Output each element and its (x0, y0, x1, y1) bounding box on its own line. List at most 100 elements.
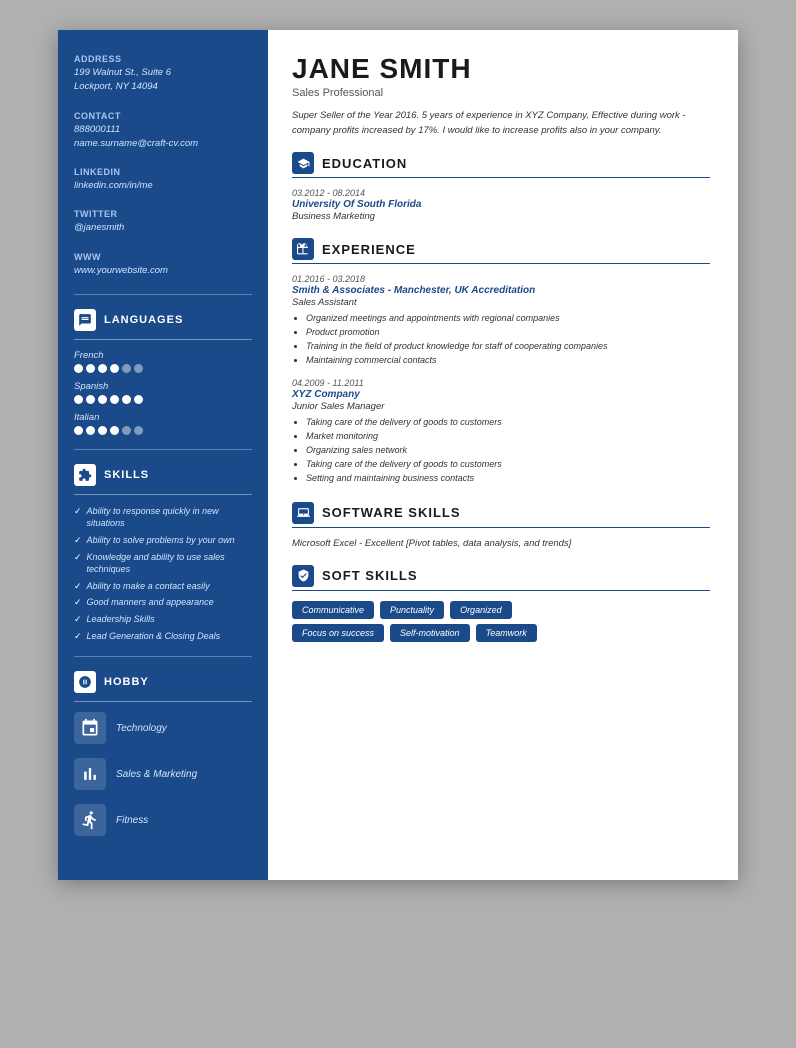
edu-field: Business Marketing (292, 211, 710, 222)
job2-bullet-5: Setting and maintaining business contact… (306, 472, 710, 486)
job2-bullet-2: Market monitoring (306, 430, 710, 444)
job2-bullets: Taking care of the delivery of goods to … (292, 416, 710, 486)
job1-dates: 01.2016 - 03.2018 (292, 274, 710, 284)
sidebar: ADDRESS 199 Walnut St., Suite 6 Lockport… (58, 30, 268, 880)
badge-punctuality: Punctuality (380, 601, 444, 619)
badge-focus: Focus on success (292, 624, 384, 642)
summary-text: Super Seller of the Year 2016. 5 years o… (292, 109, 710, 138)
linkedin: linkedin.com/in/me (74, 179, 252, 193)
software-header: SOFTWARE SKILLS (292, 502, 710, 524)
languages-list: French Spanish (74, 350, 252, 435)
resume: ADDRESS 199 Walnut St., Suite 6 Lockport… (58, 30, 738, 880)
skill-text-1: Ability to response quickly in new situa… (87, 505, 252, 530)
candidate-name: JANE SMITH (292, 54, 710, 85)
lang-spanish-name: Spanish (74, 381, 252, 392)
software-icon (292, 502, 314, 524)
experience-title: EXPERIENCE (322, 242, 416, 257)
address-section: ADDRESS 199 Walnut St., Suite 6 Lockport… (74, 54, 252, 95)
lang-french: French (74, 350, 252, 373)
candidate-title: Sales Professional (292, 87, 710, 99)
tech-icon (74, 712, 106, 744)
lang-french-name: French (74, 350, 252, 361)
softskills-section: SOFT SKILLS Communicative Punctuality Or… (292, 565, 710, 642)
hobby-title: HOBBY (104, 676, 149, 688)
twitter: @janesmith (74, 221, 252, 235)
skill-6: ✓ Leadership Skills (74, 613, 252, 626)
job2-bullet-3: Organizing sales network (306, 444, 710, 458)
skill-1: ✓ Ability to response quickly in new sit… (74, 505, 252, 530)
softskills-row1: Communicative Punctuality Organized (292, 601, 710, 619)
education-header: EDUCATION (292, 152, 710, 174)
job2-dates: 04.2009 - 11.2011 (292, 378, 710, 388)
job1-bullet-4: Maintaining commercial contacts (306, 354, 710, 368)
skill-3: ✓ Knowledge and ability to use sales tec… (74, 551, 252, 576)
experience-section: EXPERIENCE 01.2016 - 03.2018 Smith & Ass… (292, 238, 710, 485)
badge-self-motivation: Self-motivation (390, 624, 470, 642)
softskills-title: SOFT SKILLS (322, 568, 418, 583)
hobby-fitness-label: Fitness (116, 815, 148, 826)
lang-italian-name: Italian (74, 412, 252, 423)
badge-teamwork: Teamwork (476, 624, 537, 642)
twitter-label: TWITTER (74, 209, 252, 219)
hobby-fitness: Fitness (74, 804, 252, 836)
languages-icon (74, 309, 96, 331)
fitness-icon (74, 804, 106, 836)
hobby-technology: Technology (74, 712, 252, 744)
lang-spanish: Spanish (74, 381, 252, 404)
skills-icon (74, 464, 96, 486)
skills-list: ✓ Ability to response quickly in new sit… (74, 505, 252, 642)
job1-role: Sales Assistant (292, 297, 710, 308)
job1-bullet-2: Product promotion (306, 326, 710, 340)
hobby-icon (74, 671, 96, 693)
skills-title: SKILLS (104, 469, 149, 481)
experience-icon (292, 238, 314, 260)
address-line1: 199 Walnut St., Suite 6 (74, 66, 252, 80)
badge-communicative: Communicative (292, 601, 374, 619)
address-line2: Lockport, NY 14094 (74, 80, 252, 94)
twitter-section: TWITTER @janesmith (74, 209, 252, 235)
skill-text-6: Leadership Skills (87, 613, 155, 626)
skill-4: ✓ Ability to make a contact easily (74, 580, 252, 593)
lang-italian-dots (74, 426, 252, 435)
languages-header: LANGUAGES (74, 309, 252, 331)
hobby-marketing: Sales & Marketing (74, 758, 252, 790)
job1-bullets: Organized meetings and appointments with… (292, 312, 710, 368)
main-content: JANE SMITH Sales Professional Super Sell… (268, 30, 738, 880)
softskills-icon (292, 565, 314, 587)
lang-french-dots (74, 364, 252, 373)
badge-organized: Organized (450, 601, 512, 619)
contact-section: CONTACT 888000111 name.surname@craft-cv.… (74, 111, 252, 152)
softskills-row2: Focus on success Self-motivation Teamwor… (292, 624, 710, 642)
hobby-tech-label: Technology (116, 723, 167, 734)
job2-role: Junior Sales Manager (292, 401, 710, 412)
job1-bullet-3: Training in the field of product knowled… (306, 340, 710, 354)
education-icon (292, 152, 314, 174)
languages-title: LANGUAGES (104, 314, 183, 326)
lang-spanish-dots (74, 395, 252, 404)
education-section: EDUCATION 03.2012 - 08.2014 University O… (292, 152, 710, 222)
linkedin-label: LINKEDIN (74, 167, 252, 177)
hobbies-list: Technology Sales & Marketing Fitness (74, 712, 252, 836)
skill-text-7: Lead Generation & Closing Deals (87, 630, 221, 643)
skills-header: SKILLS (74, 464, 252, 486)
address-label: ADDRESS (74, 54, 252, 64)
contact-label: CONTACT (74, 111, 252, 121)
skill-5: ✓ Good manners and appearance (74, 596, 252, 609)
software-text: Microsoft Excel - Excellent [Pivot table… (292, 538, 710, 549)
skill-text-5: Good manners and appearance (87, 596, 214, 609)
job2-bullet-4: Taking care of the delivery of goods to … (306, 458, 710, 472)
edu-dates: 03.2012 - 08.2014 (292, 188, 710, 198)
phone: 888000111 (74, 123, 252, 137)
skill-2: ✓ Ability to solve problems by your own (74, 534, 252, 547)
lang-italian: Italian (74, 412, 252, 435)
softskills-header: SOFT SKILLS (292, 565, 710, 587)
job2-bullet-1: Taking care of the delivery of goods to … (306, 416, 710, 430)
skill-text-3: Knowledge and ability to use sales techn… (87, 551, 252, 576)
www-section: WWW www.yourwebsite.com (74, 252, 252, 278)
edu-institution: University Of South Florida (292, 199, 710, 210)
education-title: EDUCATION (322, 156, 407, 171)
hobby-marketing-label: Sales & Marketing (116, 769, 197, 780)
skill-text-4: Ability to make a contact easily (87, 580, 210, 593)
skill-7: ✓ Lead Generation & Closing Deals (74, 630, 252, 643)
hobby-header: HOBBY (74, 671, 252, 693)
